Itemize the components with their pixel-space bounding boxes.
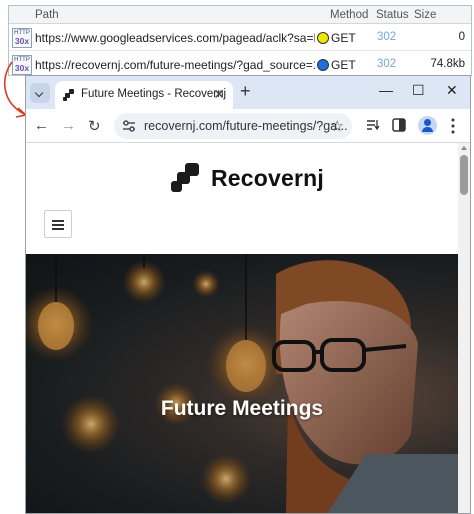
profile-icon[interactable]	[418, 116, 437, 135]
request-status: 302	[377, 31, 397, 43]
request-path: https://www.googleadservices.com/pagead/…	[35, 31, 315, 45]
tune-icon[interactable]	[122, 119, 136, 133]
hero-illustration	[26, 254, 458, 513]
redirect-icon: HTTP 30x	[12, 28, 32, 48]
tab-strip: Future Meetings - Recovernj ✕ + — ☐ ✕	[26, 76, 470, 109]
star-icon[interactable]: ☆	[331, 117, 344, 135]
network-log-header: Path Method Status Size	[9, 6, 471, 24]
request-method: GET	[317, 58, 356, 72]
maximize-icon[interactable]: ☐	[412, 82, 425, 99]
tab-title: Future Meetings - Recovernj	[81, 88, 227, 100]
hamburger-icon[interactable]	[44, 210, 72, 238]
side-panel-icon[interactable]	[392, 118, 406, 132]
logo-icon	[171, 163, 199, 192]
column-header-status[interactable]: Status	[376, 9, 409, 21]
request-method: GET	[317, 31, 356, 45]
close-window-icon[interactable]: ✕	[446, 82, 458, 99]
method-status-dot	[317, 59, 329, 71]
browser-window: Future Meetings - Recovernj ✕ + — ☐ ✕ ← …	[25, 75, 471, 514]
request-path: https://recovernj.com/future-meetings/?g…	[35, 58, 315, 72]
column-header-size[interactable]: Size	[414, 9, 436, 21]
plus-icon[interactable]: +	[240, 81, 251, 102]
request-size: 0	[458, 31, 465, 43]
chevron-down-icon[interactable]	[30, 83, 50, 103]
screenshot-root: Path Method Status Size HTTP 30x https://…	[0, 0, 474, 514]
hero-image: Future Meetings	[26, 254, 458, 513]
back-arrow-icon[interactable]: ←	[34, 117, 49, 134]
minimize-icon[interactable]: —	[379, 82, 393, 98]
close-icon[interactable]: ✕	[213, 86, 225, 103]
tab-future-meetings[interactable]: Future Meetings - Recovernj ✕	[55, 81, 233, 109]
reading-list-icon[interactable]	[366, 118, 380, 132]
page-scrollbar[interactable]	[458, 143, 470, 513]
url-text: recovernj.com/future-meetings/?ga...	[144, 119, 348, 133]
request-size: 74.8kb	[430, 58, 465, 70]
scrollbar-thumb[interactable]	[460, 155, 468, 195]
scroll-up-icon[interactable]	[461, 146, 467, 150]
favicon-icon	[63, 89, 74, 101]
menu-kebab-icon[interactable]	[450, 118, 456, 134]
method-status-dot	[317, 32, 329, 44]
column-header-path[interactable]: Path	[35, 9, 59, 21]
request-status: 302	[377, 58, 397, 70]
address-bar[interactable]: recovernj.com/future-meetings/?ga... ☆	[114, 113, 352, 139]
column-header-method[interactable]: Method	[330, 9, 368, 21]
network-log-table: Path Method Status Size HTTP 30x https://…	[8, 5, 472, 76]
forward-arrow-icon[interactable]: →	[61, 117, 76, 134]
web-page: Recovernj Future Meetings	[26, 143, 470, 513]
network-log-row[interactable]: HTTP 30x https://www.googleadservices.com…	[9, 25, 471, 51]
reload-icon[interactable]: ↻	[88, 117, 101, 135]
browser-toolbar: ← → ↻ recovernj.com/future-meetings/?ga.…	[26, 109, 470, 143]
site-logo-text[interactable]: Recovernj	[211, 165, 324, 192]
hero-title: Future Meetings	[160, 397, 324, 420]
